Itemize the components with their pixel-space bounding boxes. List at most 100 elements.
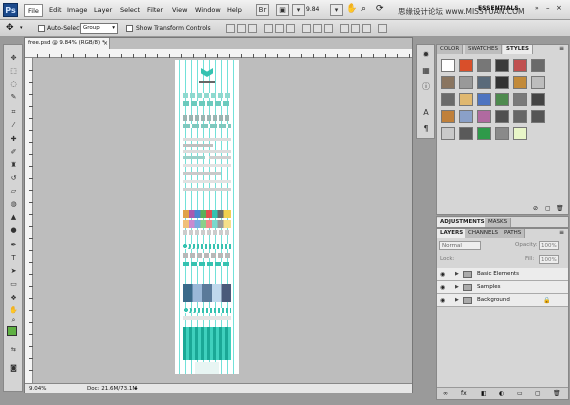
hand-tool-icon[interactable]: ✋ <box>346 4 357 14</box>
bridge-icon[interactable]: Br <box>256 4 269 16</box>
quick-select-icon[interactable]: ✎ <box>7 92 20 102</box>
rotate-view-icon[interactable]: ⟳ <box>376 4 384 14</box>
status-zoom[interactable]: 9.04% <box>29 384 46 394</box>
document-tab[interactable]: free.psd @ 9.84% (RGB/8) * <box>25 38 110 49</box>
link-layers-icon[interactable]: ∞ <box>443 390 448 397</box>
canvas[interactable] <box>175 60 239 374</box>
menu-filter[interactable]: Filter <box>144 4 166 17</box>
auto-align-icon[interactable] <box>378 24 387 33</box>
opacity-field[interactable]: 100% <box>539 241 559 250</box>
tab-masks[interactable]: MASKS <box>485 218 512 227</box>
align-left-icon[interactable] <box>264 24 273 33</box>
3d-rotate-icon[interactable]: ❖ <box>7 293 20 303</box>
auto-select-dropdown[interactable]: Group ▾ <box>80 23 118 34</box>
status-menu-icon[interactable]: ▸ <box>135 384 138 394</box>
align-top-icon[interactable] <box>226 24 235 33</box>
move-icon[interactable]: ✥ <box>7 53 20 63</box>
style-swatch[interactable] <box>513 110 527 123</box>
tab-adjustments[interactable]: ADJUSTMENTS <box>437 218 489 227</box>
style-swatch[interactable] <box>531 76 545 89</box>
style-swatch[interactable] <box>531 110 545 123</box>
close-document-icon[interactable]: × <box>103 40 108 47</box>
lasso-icon[interactable]: ◌ <box>7 79 20 89</box>
paragraph-panel-icon[interactable]: ¶ <box>420 123 432 135</box>
foreground-color-swatch[interactable] <box>7 326 17 336</box>
workspace-expand-icon[interactable]: » <box>535 5 539 12</box>
align-vcenter-icon[interactable] <box>237 24 246 33</box>
style-swatch[interactable] <box>459 59 473 72</box>
mini-bridge-icon[interactable]: ▣ <box>276 4 289 16</box>
distribute-left-icon[interactable] <box>340 24 349 33</box>
menu-image[interactable]: Image <box>64 4 90 17</box>
shape-icon[interactable]: ▭ <box>7 279 20 289</box>
eyedropper-icon[interactable]: ⁄ <box>7 120 20 130</box>
new-style-icon[interactable]: ▢ <box>545 205 551 212</box>
style-swatch[interactable] <box>513 93 527 106</box>
menu-layer[interactable]: Layer <box>91 4 115 17</box>
swatches-panel-icon[interactable]: ▦ <box>420 65 432 77</box>
path-select-icon[interactable]: ➤ <box>7 266 20 276</box>
blur-icon[interactable]: ▲ <box>7 212 20 222</box>
move-tool-preset-icon[interactable]: ✥ <box>6 23 14 33</box>
distribute-right-icon[interactable] <box>362 24 371 33</box>
new-group-icon[interactable]: ▭ <box>517 390 523 397</box>
style-swatch[interactable] <box>477 127 491 140</box>
tab-styles[interactable]: STYLES <box>503 45 533 54</box>
style-swatch[interactable] <box>477 110 491 123</box>
color-panel-icon[interactable]: ✹ <box>420 49 432 61</box>
layer-row[interactable]: ◉ ▶ Samples <box>437 281 568 294</box>
hand-icon[interactable]: ✋ <box>7 305 20 315</box>
style-swatch[interactable] <box>477 59 491 72</box>
style-swatch[interactable] <box>477 93 491 106</box>
panel-menu-icon[interactable]: ≡ <box>559 45 564 52</box>
menu-edit[interactable]: Edit <box>46 4 65 17</box>
style-swatch[interactable] <box>495 127 509 140</box>
menu-file[interactable]: File <box>24 4 43 17</box>
layer-row[interactable]: ◉ ▶ Background 🔒 <box>437 294 568 307</box>
new-layer-icon[interactable]: ▢ <box>535 390 541 397</box>
visibility-eye-icon[interactable]: ◉ <box>440 284 445 291</box>
tab-swatches[interactable]: SWATCHES <box>465 45 502 54</box>
crop-icon[interactable]: ⌗ <box>7 107 20 117</box>
tab-channels[interactable]: CHANNELS <box>465 229 502 238</box>
workspace-switcher[interactable]: ESSENTIALS <box>478 5 519 12</box>
transform-controls-checkbox[interactable] <box>126 25 133 32</box>
style-swatch[interactable] <box>459 93 473 106</box>
align-bottom-icon[interactable] <box>248 24 257 33</box>
visibility-eye-icon[interactable]: ◉ <box>440 297 445 304</box>
align-hcenter-icon[interactable] <box>275 24 284 33</box>
visibility-eye-icon[interactable]: ◉ <box>440 271 445 278</box>
paint-bucket-icon[interactable]: ◍ <box>7 199 20 209</box>
swap-colors-icon[interactable]: ⇆ <box>7 345 20 355</box>
adjustment-layer-icon[interactable]: ◐ <box>499 390 504 397</box>
menu-view[interactable]: View <box>169 4 190 17</box>
style-swatch[interactable] <box>441 93 455 106</box>
style-swatch[interactable] <box>459 110 473 123</box>
style-swatch[interactable] <box>495 93 509 106</box>
align-right-icon[interactable] <box>286 24 295 33</box>
character-panel-icon[interactable]: A <box>420 107 432 119</box>
style-swatch[interactable] <box>495 59 509 72</box>
style-swatch[interactable] <box>441 127 455 140</box>
style-swatch[interactable] <box>459 127 473 140</box>
view-extras-icon[interactable]: ▾ <box>292 4 305 16</box>
style-swatch[interactable] <box>513 59 527 72</box>
delete-style-icon[interactable]: 🗑 <box>556 205 564 212</box>
distribute-hcenter-icon[interactable] <box>351 24 360 33</box>
clone-stamp-icon[interactable]: ♜ <box>7 160 20 170</box>
layer-style-icon[interactable]: fx <box>461 390 467 397</box>
style-swatch[interactable] <box>477 76 491 89</box>
tab-paths[interactable]: PATHS <box>501 229 526 238</box>
zoom-icon[interactable]: ⌕ <box>7 315 20 325</box>
tab-layers[interactable]: LAYERS <box>437 229 468 238</box>
close-window-icon[interactable]: × <box>556 4 562 12</box>
clear-style-icon[interactable]: ⊘ <box>533 205 538 212</box>
style-swatch[interactable] <box>495 76 509 89</box>
style-swatch[interactable] <box>441 59 455 72</box>
type-icon[interactable]: T <box>7 253 20 263</box>
menu-select[interactable]: Select <box>117 4 143 17</box>
expand-triangle-icon[interactable]: ▶ <box>455 284 459 290</box>
style-swatch[interactable] <box>513 76 527 89</box>
distribute-bottom-icon[interactable] <box>324 24 333 33</box>
zoom-tool-icon[interactable]: ⌕ <box>361 4 366 14</box>
